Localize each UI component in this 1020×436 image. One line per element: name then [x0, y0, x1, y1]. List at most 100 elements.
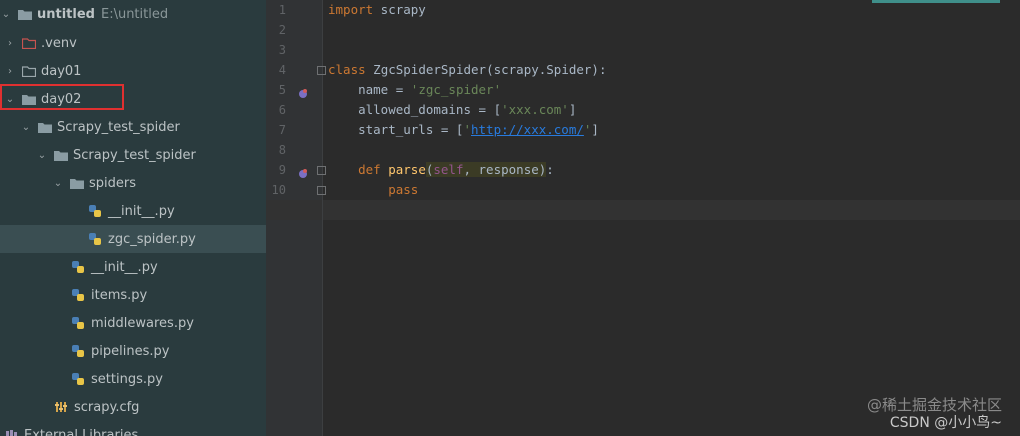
project-name: untitled [37, 6, 95, 22]
tree-item-zgc-spider[interactable]: zgc_spider.py [0, 225, 266, 253]
tree-item-label: zgc_spider.py [108, 231, 196, 247]
line-number: 5 [278, 83, 286, 97]
python-file-icon [88, 204, 102, 218]
tree-item-scrapy-cfg[interactable]: scrapy.cfg [0, 393, 266, 421]
tree-item-label: .venv [41, 35, 77, 51]
override-marker-icon[interactable] [297, 164, 309, 178]
self-keyword: self [433, 162, 464, 177]
highlight-annotation-box [0, 84, 124, 110]
chevron-down-icon[interactable]: ⌄ [0, 9, 12, 20]
line-number: 10 [271, 183, 286, 197]
watermark-line2: CSDN @小小鸟~ [889, 415, 1002, 431]
line-number: 7 [278, 123, 286, 137]
code-text: : [546, 162, 554, 177]
line-number: 1 [278, 3, 286, 17]
project-panel: ⌄ untitled E:\untitled › .venv › day01 ⌄… [0, 0, 266, 436]
folder-icon [38, 122, 52, 133]
code-text: (scrapy.Spider): [486, 62, 607, 77]
code-text: , response) [463, 162, 547, 177]
override-marker-icon[interactable] [297, 84, 309, 98]
tree-item-label: __init__.py [108, 203, 175, 219]
chevron-right-icon[interactable]: › [4, 66, 16, 77]
folder-icon [21, 37, 37, 49]
keyword: class [328, 62, 366, 77]
keyword: import [328, 2, 374, 17]
url-link[interactable]: http://xxx.com/ [471, 122, 584, 137]
project-path: E:\untitled [100, 6, 169, 22]
code-text: scrapy [373, 2, 426, 17]
folder-icon [18, 9, 32, 20]
tree-item-package-init[interactable]: __init__.py [0, 253, 266, 281]
tree-item-label: items.py [91, 287, 148, 303]
fold-marker-icon[interactable] [317, 66, 326, 75]
tree-item-label: pipelines.py [91, 343, 170, 359]
tree-item-label: middlewares.py [91, 315, 194, 331]
code-line-7: start_urls = ['http://xxx.com/'] [328, 120, 599, 140]
tree-item-label: __init__.py [91, 259, 158, 275]
tree-item-spiders[interactable]: ⌄ spiders [0, 169, 266, 197]
tree-item-pipelines[interactable]: pipelines.py [0, 337, 266, 365]
python-file-icon [88, 232, 102, 246]
string-literal: 'xxx.com' [501, 102, 569, 117]
line-number: 9 [278, 163, 286, 177]
code-line-6: allowed_domains = ['xxx.com'] [328, 100, 576, 120]
code-text: name = [328, 82, 411, 97]
tree-item-label: External Libraries [24, 427, 139, 436]
code-line-5: name = 'zgc_spider' [328, 80, 501, 100]
tree-item-day01[interactable]: › day01 [0, 57, 266, 85]
tree-item-settings[interactable]: settings.py [0, 365, 266, 393]
code-text: ] [591, 122, 599, 137]
code-line-10: pass [328, 180, 418, 200]
chevron-right-icon[interactable]: › [4, 38, 16, 49]
tree-item-venv[interactable]: › .venv [0, 29, 266, 57]
tree-item-items[interactable]: items.py [0, 281, 266, 309]
keyword: def [328, 162, 381, 177]
tree-item-spiders-init[interactable]: __init__.py [0, 197, 266, 225]
tree-item-middlewares[interactable]: middlewares.py [0, 309, 266, 337]
tree-item-scrapy-test-spider[interactable]: ⌄ Scrapy_test_spider [0, 113, 266, 141]
line-number: 2 [278, 23, 286, 37]
class-name: ZgcSpiderSpider [365, 62, 487, 77]
code-line-9: def parse(self, response): [328, 160, 554, 180]
code-line-1: import scrapy [328, 0, 426, 20]
folder-icon [70, 178, 84, 189]
tree-item-label: Scrapy_test_spider [73, 147, 196, 163]
code-text: start_urls = [ [328, 122, 464, 137]
tree-item-label: settings.py [91, 371, 163, 387]
python-file-icon [71, 372, 85, 386]
line-number: 6 [278, 103, 286, 117]
folder-icon [21, 65, 37, 77]
chevron-down-icon[interactable]: ⌄ [20, 122, 32, 133]
code-text: ] [568, 102, 577, 117]
watermark-line1: @稀土掘金技术社区 [866, 396, 1002, 414]
python-file-icon [71, 260, 85, 274]
tab-accent-bar [872, 0, 1000, 3]
tree-item-external-libraries[interactable]: External Libraries [0, 421, 266, 436]
code-text: allowed_domains = [ [328, 102, 502, 117]
tree-item-label: day01 [41, 63, 82, 79]
fold-marker-icon[interactable] [317, 186, 326, 195]
code-line-4: class ZgcSpiderSpider(scrapy.Spider): [328, 60, 606, 80]
string-quote: ' [463, 122, 471, 137]
config-file-icon [54, 400, 68, 414]
python-file-icon [71, 316, 85, 330]
chevron-down-icon[interactable]: ⌄ [52, 178, 64, 189]
tree-item-label: scrapy.cfg [74, 399, 140, 415]
current-line-highlight [266, 200, 1020, 220]
line-number: 4 [278, 63, 286, 77]
libraries-icon [4, 428, 18, 436]
keyword: pass [328, 182, 419, 197]
fold-marker-icon[interactable] [317, 166, 326, 175]
function-name: parse [380, 162, 426, 177]
line-number: 8 [278, 143, 286, 157]
tree-root-untitled[interactable]: ⌄ untitled E:\untitled [0, 0, 266, 28]
tree-item-scrapy-test-spider-inner[interactable]: ⌄ Scrapy_test_spider [0, 141, 266, 169]
chevron-down-icon[interactable]: ⌄ [36, 150, 48, 161]
watermark: @稀土掘金技术社区 CSDN @小小鸟~ [867, 396, 1002, 432]
string-literal: 'zgc_spider' [410, 82, 502, 97]
line-number: 3 [278, 43, 286, 57]
python-file-icon [71, 344, 85, 358]
tree-item-label: Scrapy_test_spider [57, 119, 180, 135]
tree-item-label: spiders [89, 175, 137, 191]
folder-icon [54, 150, 68, 161]
